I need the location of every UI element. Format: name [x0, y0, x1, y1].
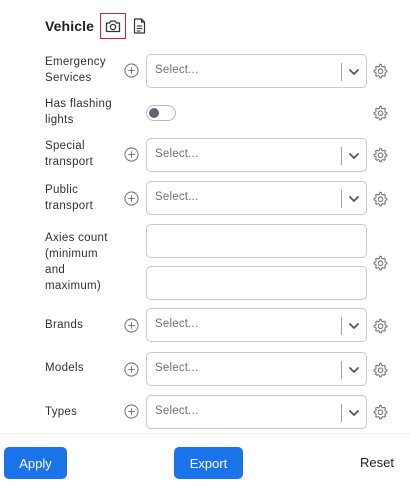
- field-label: Emergency Services: [45, 56, 106, 84]
- export-button[interactable]: Export: [174, 447, 243, 479]
- select-separator: [341, 361, 342, 379]
- field-label: Models: [45, 362, 84, 374]
- apply-button[interactable]: Apply: [4, 447, 67, 479]
- field-label: Has flashing lights: [45, 98, 112, 126]
- gear-icon[interactable]: [372, 255, 388, 271]
- select-placeholder: Select...: [155, 362, 199, 374]
- field-label: Brands: [45, 319, 84, 331]
- select-separator: [341, 317, 342, 335]
- document-button[interactable]: [132, 16, 148, 36]
- chevron-down-icon[interactable]: [348, 364, 360, 376]
- gear-icon[interactable]: [372, 362, 388, 378]
- gear-icon[interactable]: [372, 105, 388, 121]
- gear-icon[interactable]: [372, 318, 388, 334]
- section-header: Vehicle: [45, 13, 148, 39]
- special-transport-select[interactable]: Select...: [146, 138, 367, 172]
- chevron-down-icon[interactable]: [348, 150, 360, 162]
- add-circle-icon[interactable]: [124, 404, 139, 419]
- chevron-down-icon[interactable]: [348, 193, 360, 205]
- chevron-down-icon[interactable]: [348, 66, 360, 78]
- field-label: Public transport: [45, 184, 94, 212]
- footer-bar: Apply Export Reset: [0, 433, 410, 486]
- axles-max-input[interactable]: [146, 266, 367, 300]
- gear-icon[interactable]: [372, 63, 388, 79]
- flashing-lights-toggle[interactable]: [146, 105, 176, 121]
- select-placeholder: Select...: [155, 148, 199, 160]
- toggle-knob: [149, 108, 159, 118]
- section-title: Vehicle: [45, 18, 94, 34]
- gear-icon[interactable]: [372, 404, 388, 420]
- add-circle-icon[interactable]: [124, 362, 139, 377]
- select-placeholder: Select...: [155, 318, 199, 330]
- field-label: Types: [45, 406, 78, 418]
- select-separator: [341, 147, 342, 165]
- gear-icon[interactable]: [372, 147, 388, 163]
- select-placeholder: Select...: [155, 191, 199, 203]
- add-circle-icon[interactable]: [124, 191, 139, 206]
- gear-icon[interactable]: [372, 191, 388, 207]
- chevron-down-icon[interactable]: [348, 320, 360, 332]
- add-circle-icon[interactable]: [124, 63, 139, 78]
- select-placeholder: Select...: [155, 405, 199, 417]
- models-select[interactable]: Select...: [146, 352, 367, 386]
- reset-button[interactable]: Reset: [360, 455, 394, 470]
- public-transport-select[interactable]: Select...: [146, 181, 367, 215]
- field-label: Special transport: [45, 140, 94, 168]
- select-separator: [341, 63, 342, 81]
- add-circle-icon[interactable]: [124, 147, 139, 162]
- chevron-down-icon[interactable]: [348, 407, 360, 419]
- brands-select[interactable]: Select...: [146, 308, 367, 342]
- emergency-services-select[interactable]: Select...: [146, 54, 367, 88]
- field-label: Axies count (minimum and maximum): [45, 232, 108, 292]
- select-separator: [341, 404, 342, 422]
- axles-min-input[interactable]: [146, 224, 367, 258]
- add-circle-icon[interactable]: [124, 318, 139, 333]
- document-icon: [134, 18, 146, 34]
- select-separator: [341, 190, 342, 208]
- camera-button[interactable]: [99, 13, 126, 39]
- types-select[interactable]: Select...: [146, 395, 367, 429]
- select-placeholder: Select...: [155, 64, 199, 76]
- camera-icon: [105, 20, 121, 33]
